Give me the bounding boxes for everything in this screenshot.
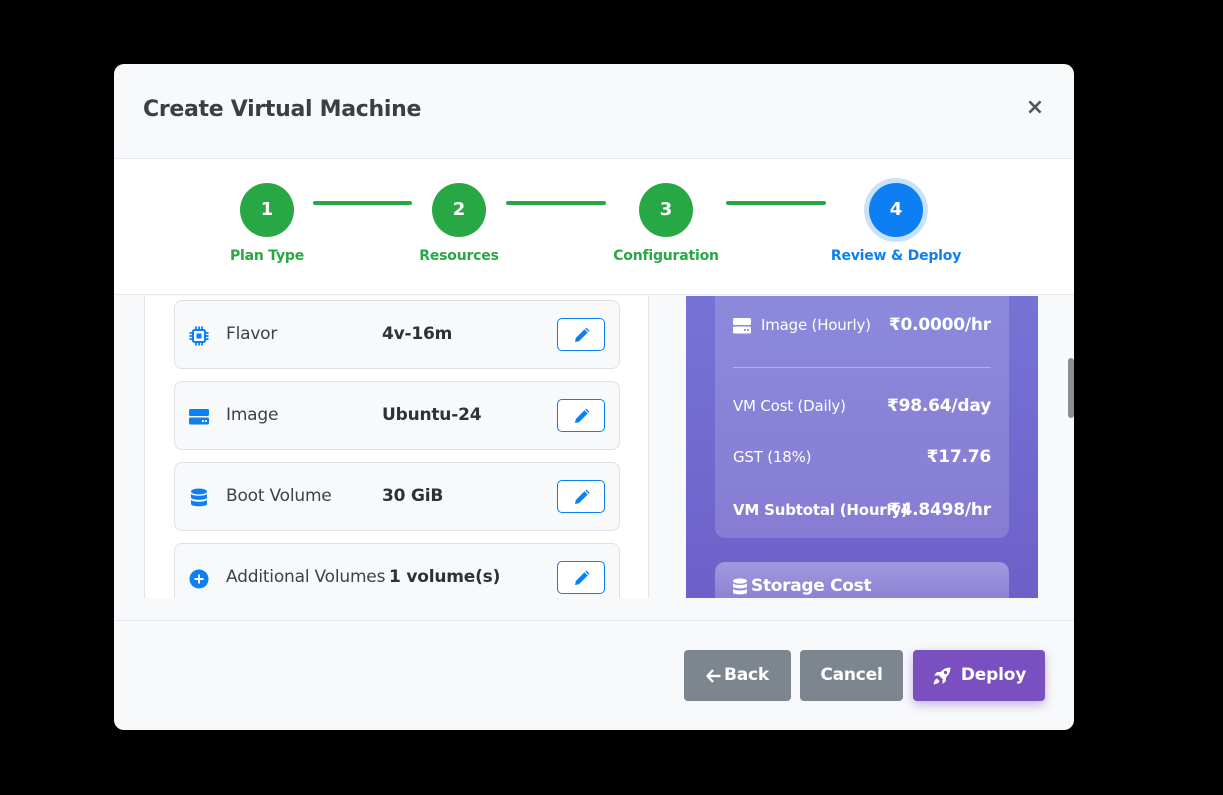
summary-value: 30 GiB (382, 486, 444, 506)
database-icon (191, 488, 207, 507)
step-label: Resources (419, 248, 499, 264)
cost-label: GST (18%) (733, 448, 812, 466)
summary-value: 1 volume(s) (389, 567, 501, 587)
server-icon (189, 409, 209, 425)
cancel-button[interactable]: Cancel (800, 650, 903, 701)
cost-value: ₹0.0000/hr (888, 315, 991, 335)
create-vm-modal: Create Virtual Machine × 1 Plan Type 2 R… (114, 64, 1074, 730)
cancel-label: Cancel (820, 665, 883, 685)
step-number: 4 (869, 183, 923, 237)
storage-cost-title: Storage Cost (751, 576, 872, 596)
pencil-icon (575, 489, 590, 504)
summary-row-flavor: Flavor 4v-16m (174, 300, 620, 369)
summary-label: Image (226, 405, 279, 425)
cpu-icon (189, 326, 209, 346)
summary-label: Flavor (226, 324, 278, 344)
scrollbar-thumb[interactable] (1068, 358, 1074, 418)
step-label: Plan Type (229, 248, 305, 264)
step-label: Configuration (613, 248, 719, 264)
pencil-icon (575, 327, 590, 342)
step-configuration[interactable]: 3 Configuration (586, 183, 746, 264)
modal-title: Create Virtual Machine (143, 97, 422, 122)
edit-additional-volumes-button[interactable] (557, 561, 605, 594)
database-icon (733, 578, 747, 595)
summary-value: Ubuntu-24 (382, 405, 482, 425)
edit-boot-volume-button[interactable] (557, 480, 605, 513)
cost-label: VM Cost (Daily) (733, 397, 846, 415)
rocket-icon (933, 667, 951, 684)
step-number: 3 (639, 183, 693, 237)
pencil-icon (575, 570, 590, 585)
pencil-icon (575, 408, 590, 423)
server-icon (733, 318, 751, 334)
back-label: Back (723, 665, 769, 685)
summary-label: Boot Volume (226, 486, 332, 506)
cost-label: VM Subtotal (Hourly) (733, 501, 908, 519)
step-number: 1 (240, 183, 294, 237)
review-content: Flavor 4v-16m Image Ubuntu-24 Boot Volum… (114, 296, 1074, 598)
vm-cost-card: Image (Hourly) ₹0.0000/hr VM Cost (Daily… (715, 296, 1009, 538)
arrow-left-icon (706, 668, 721, 683)
summary-row-boot-volume: Boot Volume 30 GiB (174, 462, 620, 531)
deploy-button[interactable]: Deploy (913, 650, 1045, 701)
plus-circle-icon (189, 569, 209, 589)
summary-panel: Flavor 4v-16m Image Ubuntu-24 Boot Volum… (144, 296, 649, 598)
step-resources[interactable]: 2 Resources (379, 183, 539, 264)
step-number: 2 (432, 183, 486, 237)
divider (733, 367, 991, 368)
stepper: 1 Plan Type 2 Resources 3 Configuration … (114, 159, 1074, 295)
modal-footer: Back Cancel Deploy (114, 620, 1074, 730)
modal-header: Create Virtual Machine × (114, 64, 1074, 159)
back-button[interactable]: Back (684, 650, 791, 701)
edit-image-button[interactable] (557, 399, 605, 432)
cost-label: Image (Hourly) (761, 316, 871, 334)
cost-panel: Image (Hourly) ₹0.0000/hr VM Cost (Daily… (686, 296, 1038, 598)
close-button[interactable]: × (1024, 97, 1046, 119)
summary-value: 4v-16m (382, 324, 453, 344)
cost-value: ₹4.8498/hr (888, 500, 991, 520)
deploy-label: Deploy (960, 665, 1027, 685)
storage-cost-card: Storage Cost (715, 562, 1009, 598)
cost-value: ₹98.64/day (886, 396, 991, 416)
step-plan-type[interactable]: 1 Plan Type (187, 183, 347, 264)
step-review-deploy[interactable]: 4 Review & Deploy (816, 183, 976, 264)
step-label: Review & Deploy (830, 248, 962, 264)
summary-row-image: Image Ubuntu-24 (174, 381, 620, 450)
summary-label: Additional Volumes (226, 567, 386, 587)
edit-flavor-button[interactable] (557, 318, 605, 351)
cost-value: ₹17.76 (926, 447, 992, 467)
summary-row-additional-volumes: Additional Volumes 1 volume(s) (174, 543, 620, 598)
